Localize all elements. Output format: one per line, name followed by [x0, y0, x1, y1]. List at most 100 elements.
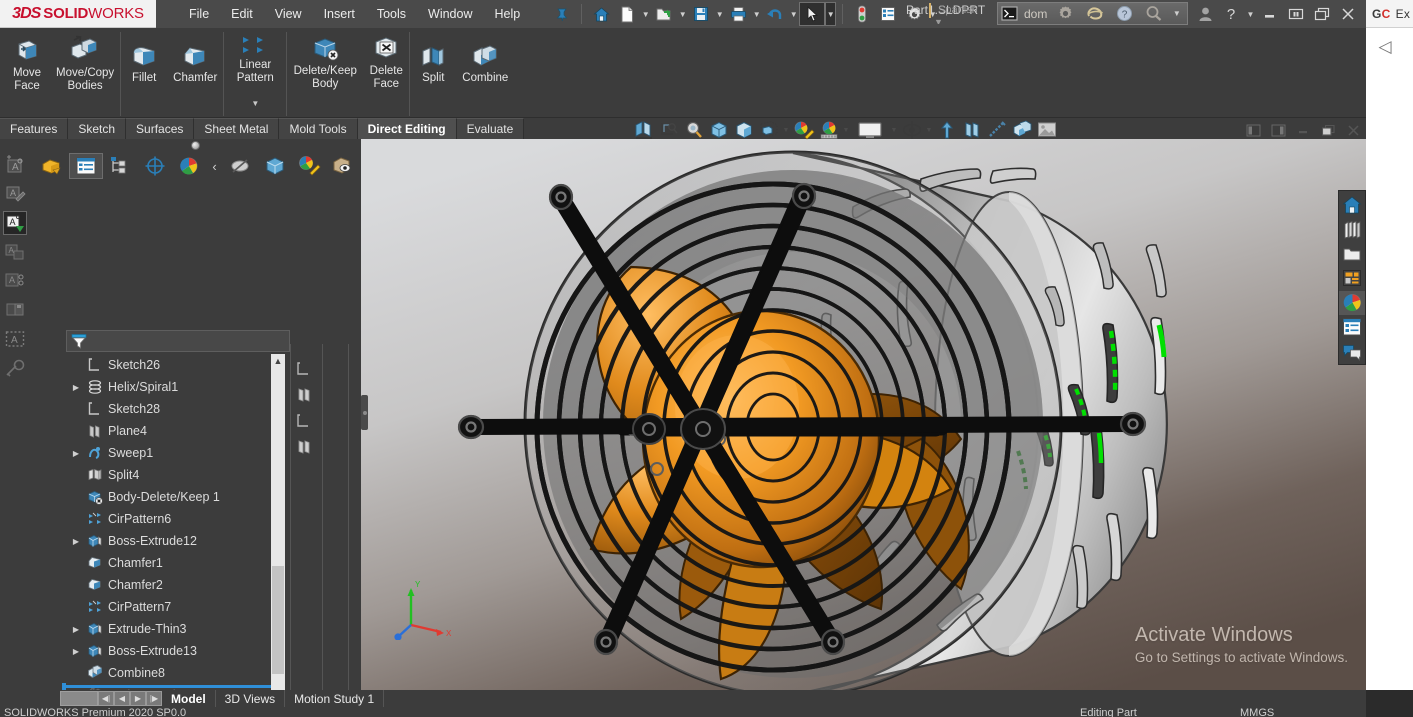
feature-tree-item[interactable]: Chamfer1 [62, 552, 290, 574]
tab-features[interactable]: Features [0, 118, 69, 139]
split-button[interactable]: Split [410, 32, 456, 85]
open-folder-dropdown-icon[interactable]: ▼ [677, 2, 688, 26]
maximize-icon[interactable] [1310, 2, 1334, 26]
internet-explorer-icon[interactable] [1086, 5, 1104, 22]
panel-splitter-handle[interactable] [361, 395, 368, 430]
bottom-tab-motion-study[interactable]: Motion Study 1 [285, 690, 385, 707]
options-list-icon[interactable] [875, 2, 901, 26]
help-circle-icon[interactable]: ? [1116, 5, 1133, 22]
image-quality-icon[interactable] [1034, 119, 1059, 141]
delete-face-button[interactable]: Delete Face [363, 32, 409, 90]
undo-dropdown-icon[interactable]: ▼ [788, 2, 799, 26]
select-arrow-icon[interactable] [799, 2, 826, 26]
chamfer-button[interactable]: Chamfer [167, 32, 223, 85]
isometric-icon[interactable] [1009, 119, 1034, 141]
feature-tree-filter[interactable] [66, 330, 290, 352]
appearances-pencil-icon[interactable] [292, 153, 326, 179]
open-folder-icon[interactable] [651, 2, 677, 26]
next-icon[interactable]: ▶ [130, 691, 146, 706]
expand-arrow-icon[interactable]: ▶ [70, 537, 82, 546]
doc-restore-icon[interactable] [1317, 120, 1339, 140]
arrow-up-icon[interactable] [934, 119, 959, 141]
hide-show-items-icon[interactable] [899, 119, 924, 141]
vscroll-thumb[interactable] [272, 566, 284, 674]
hide-show-dropdown-icon[interactable]: ▼ [924, 127, 934, 134]
annotation-insert-icon[interactable]: A [3, 211, 27, 235]
feature-tree-tab[interactable] [35, 153, 69, 179]
search-box[interactable]: dom ? ▼ [997, 2, 1188, 25]
search-dropdown-icon[interactable]: ▼ [1171, 2, 1182, 26]
zoom-to-fit-icon[interactable] [631, 119, 656, 141]
feature-tree-item[interactable]: Combine8 [62, 662, 290, 684]
tab-sheet-metal[interactable]: Sheet Metal [194, 118, 280, 139]
annotation-border-icon[interactable]: A [3, 327, 27, 351]
search-magnifier-icon[interactable] [1145, 5, 1163, 22]
view-orientation-icon[interactable] [731, 119, 756, 141]
sw-resources-icon[interactable] [1339, 193, 1365, 217]
save-dropdown-icon[interactable]: ▼ [714, 2, 725, 26]
apply-scene-icon[interactable] [816, 119, 841, 141]
dimxpert-manager-tab[interactable] [138, 153, 172, 179]
bottom-tab-model[interactable]: Model [162, 690, 216, 707]
scroll-up-arrow-icon[interactable]: ▲ [271, 354, 285, 368]
feature-tree-item[interactable]: ▶ Boss-Extrude12 [62, 530, 290, 552]
tab-mold-tools[interactable]: Mold Tools [279, 118, 358, 139]
plane-display-icon[interactable] [959, 119, 984, 141]
previous-view-icon[interactable] [681, 119, 706, 141]
configuration-manager-tab[interactable] [103, 153, 137, 179]
feature-tree-item[interactable]: Sketch26 [62, 354, 290, 376]
property-manager-tab[interactable] [69, 153, 104, 179]
menu-window[interactable]: Window [417, 3, 483, 25]
user-icon[interactable] [1193, 2, 1217, 26]
feature-tree-item[interactable]: CirPattern6 [62, 508, 290, 530]
menu-help[interactable]: Help [484, 3, 532, 25]
file-explorer-icon[interactable] [1339, 242, 1365, 266]
move-face-button[interactable]: Move Face [4, 32, 50, 92]
annotation-balloon-icon[interactable]: A [3, 269, 27, 293]
document-title-dropdown-icon[interactable]: ▼ [934, 17, 943, 24]
apply-scene-dropdown-icon[interactable]: ▼ [841, 127, 851, 134]
print-dropdown-icon[interactable]: ▼ [751, 2, 762, 26]
close-icon[interactable] [1336, 2, 1360, 26]
display-style-icon[interactable] [756, 119, 781, 141]
feature-tree-filter-input[interactable] [88, 334, 289, 348]
feature-tree-item[interactable]: Chamfer2 [62, 574, 290, 596]
view-settings-dropdown-icon[interactable]: ▼ [889, 127, 899, 134]
select-dropdown-icon[interactable]: ▼ [825, 2, 837, 26]
linear-pattern-button[interactable]: Linear Pattern ▼ [224, 32, 286, 111]
view-palette-icon[interactable] [1339, 266, 1365, 290]
display-style-dropdown-icon[interactable]: ▼ [781, 127, 791, 134]
rollback-bar-handle[interactable] [62, 683, 66, 690]
home-icon[interactable] [588, 2, 614, 26]
solidworks-logo[interactable]: 3DS SOLID WORKS [0, 0, 156, 28]
annotation-save-icon[interactable] [3, 298, 27, 322]
view-settings-icon[interactable] [851, 119, 889, 141]
expand-arrow-icon[interactable]: ▶ [70, 625, 82, 634]
new-document-dropdown-icon[interactable]: ▼ [640, 2, 651, 26]
tile-left-icon[interactable] [1242, 120, 1264, 140]
print-icon[interactable] [725, 2, 751, 26]
restore-icon[interactable] [1284, 2, 1308, 26]
chevron-left-icon[interactable]: ‹ [206, 153, 223, 179]
doc-minimize-icon[interactable] [1292, 120, 1314, 140]
first-icon[interactable]: ◀| [98, 691, 114, 706]
annotation-note-icon[interactable]: A [3, 153, 27, 177]
feature-tree[interactable]: Sketch26 ▶ Helix/Spiral1 Sketch28 Plane4 ▶ Swe… [62, 354, 290, 717]
feature-tree-vscrollbar[interactable]: ▲ ▼ [271, 354, 285, 717]
undo-icon[interactable] [762, 2, 788, 26]
annotation-tools-icon[interactable] [3, 356, 27, 380]
tile-right-icon[interactable] [1267, 120, 1289, 140]
menu-tools[interactable]: Tools [366, 3, 417, 25]
tab-sketch[interactable]: Sketch [68, 118, 127, 139]
expand-arrow-icon[interactable]: ▶ [70, 647, 82, 656]
menu-edit[interactable]: Edit [220, 3, 264, 25]
feature-tree-item[interactable]: ▶ Boss-Extrude13 [62, 640, 290, 662]
linear-pattern-dropdown-icon[interactable]: ▼ [251, 98, 259, 111]
line-display-icon[interactable] [984, 119, 1009, 141]
pin-icon[interactable] [549, 2, 575, 26]
rebuild-icon[interactable] [849, 2, 875, 26]
last-icon[interactable]: |▶ [146, 691, 162, 706]
hide-show-tab[interactable] [223, 153, 257, 179]
feature-tree-item[interactable]: Sketch28 [62, 398, 290, 420]
tab-surfaces[interactable]: Surfaces [126, 118, 195, 139]
